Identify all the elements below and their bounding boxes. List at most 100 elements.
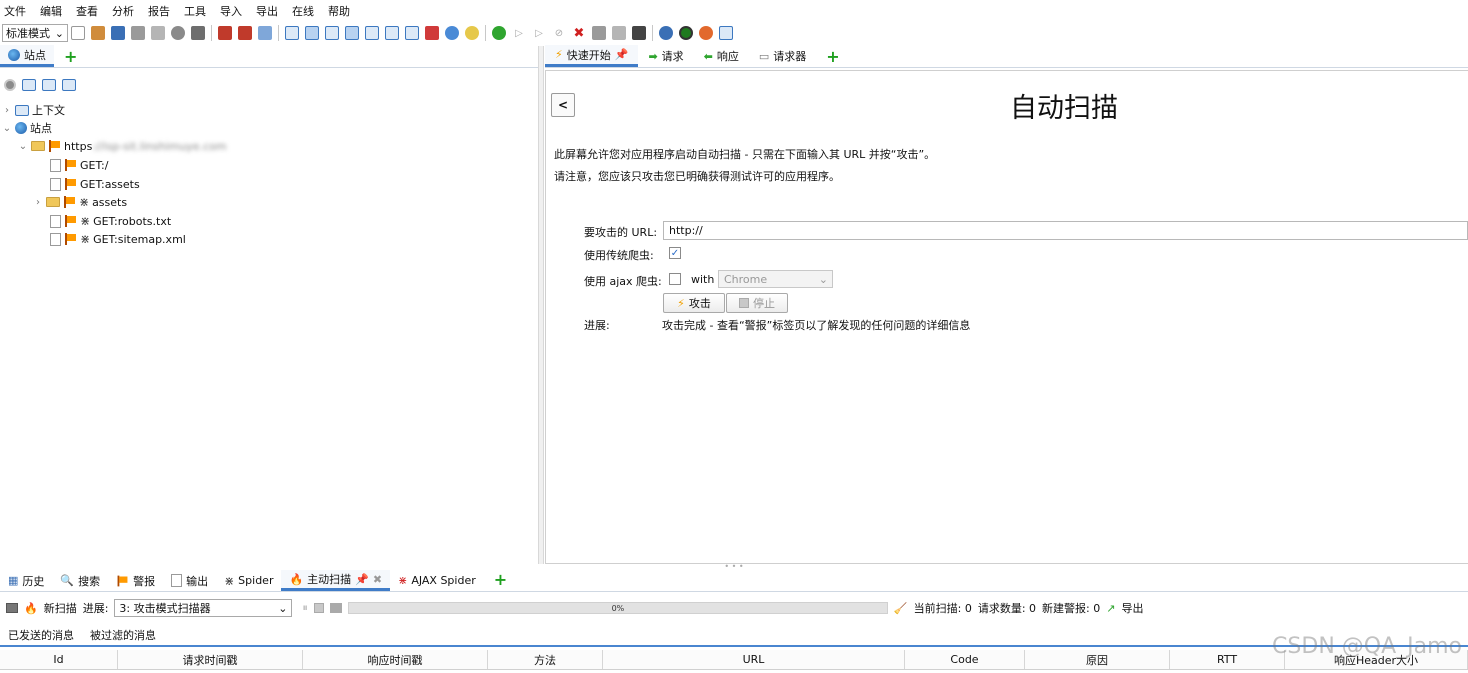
tab-sites[interactable]: 站点 (0, 45, 54, 67)
tab-ajax-spider[interactable]: ⋇ AJAX Spider (390, 570, 484, 591)
open-session-icon[interactable] (91, 26, 105, 40)
menu-online[interactable]: 在线 (292, 3, 314, 19)
menu-file[interactable]: 文件 (4, 3, 26, 19)
column-reason[interactable]: 原因 (1025, 650, 1170, 669)
layout-6-icon[interactable] (385, 26, 399, 40)
attack-button[interactable]: ⚡ 攻击 (663, 293, 725, 313)
column-code[interactable]: Code (905, 650, 1025, 669)
layout-2-icon[interactable] (305, 26, 319, 40)
url-to-attack-input[interactable]: http:// (663, 221, 1468, 240)
context-add-icon[interactable] (22, 79, 36, 91)
menu-edit[interactable]: 编辑 (40, 3, 62, 19)
menu-view[interactable]: 查看 (76, 3, 98, 19)
scan-options-icon[interactable] (329, 603, 342, 613)
mode-select[interactable]: 标准模式 ⌄ (2, 24, 68, 42)
traditional-spider-checkbox[interactable]: ✓ (669, 247, 681, 259)
tree-node-get-assets[interactable]: GET:assets (50, 175, 140, 193)
save-session-icon[interactable] (111, 26, 125, 40)
tree-node-sitemap[interactable]: ⋇ GET:sitemap.xml (50, 230, 186, 248)
tree-node-host[interactable]: ⌄ https://isp-sit.linshimuye.com (18, 137, 227, 155)
menu-report[interactable]: 报告 (148, 3, 170, 19)
export-icon[interactable] (191, 26, 205, 40)
column-response-timestamp[interactable]: 响应时间戳 (303, 650, 488, 669)
tab-alerts[interactable]: 警报 (108, 570, 163, 591)
context-import-icon[interactable] (42, 79, 56, 91)
chevron-right-icon[interactable]: › (33, 197, 43, 208)
column-id[interactable]: Id (0, 650, 118, 669)
scope-icon[interactable] (218, 26, 232, 40)
stop-icon[interactable] (313, 603, 324, 613)
close-icon[interactable]: ✖ (373, 573, 382, 586)
column-url[interactable]: URL (603, 650, 905, 669)
new-scan-button[interactable]: 新扫描 (44, 600, 77, 616)
scope-remove-icon[interactable] (238, 26, 252, 40)
break-on-icon[interactable] (492, 26, 506, 40)
continue-icon[interactable]: ▷ (532, 26, 546, 40)
chevron-down-icon[interactable]: ⌄ (18, 141, 28, 152)
tab-requester[interactable]: ▭ 请求器 (749, 45, 816, 67)
tab-quick-start[interactable]: ⚡ 快速开始 📌 (545, 45, 639, 67)
column-rtt[interactable]: RTT (1170, 650, 1285, 669)
terminal-icon[interactable] (632, 26, 646, 40)
browser-select[interactable]: Chrome ⌄ (718, 270, 833, 288)
fuzzer-icon[interactable] (612, 26, 626, 40)
context-export-icon[interactable] (62, 79, 76, 91)
menu-analyse[interactable]: 分析 (112, 3, 134, 19)
layout-4-icon[interactable] (345, 26, 359, 40)
close-icon[interactable]: ✖ (572, 26, 586, 41)
vertical-splitter[interactable] (538, 46, 544, 564)
column-request-timestamp[interactable]: 请求时间戳 (118, 650, 303, 669)
column-method[interactable]: 方法 (488, 650, 603, 669)
layout-1-icon[interactable] (285, 26, 299, 40)
scan-list-icon[interactable] (6, 603, 18, 613)
new-session-icon[interactable] (71, 26, 85, 40)
snapshot-icon[interactable] (131, 26, 145, 40)
ajax-spider-checkbox[interactable] (669, 273, 681, 285)
add-tab-button[interactable]: + (816, 47, 849, 67)
gear-icon[interactable] (171, 26, 185, 40)
layout-5-icon[interactable] (365, 26, 379, 40)
tree-node-contexts[interactable]: › 上下文 (2, 101, 65, 119)
pause-icon[interactable]: ⏸ (302, 601, 308, 615)
target-icon[interactable] (4, 79, 16, 91)
lightbulb-icon[interactable] (465, 26, 479, 40)
stop-button[interactable]: 停止 (726, 293, 788, 313)
show-tabs-icon[interactable] (425, 26, 439, 40)
pin-icon[interactable]: 📌 (355, 573, 369, 586)
help-icon[interactable] (659, 26, 673, 40)
add-tab-button[interactable]: + (484, 570, 517, 591)
tree-node-sites[interactable]: ⌄ 站点 (2, 119, 52, 137)
menu-import[interactable]: 导入 (220, 3, 242, 19)
tab-search[interactable]: 🔍 搜索 (52, 570, 108, 591)
globe-icon[interactable] (445, 26, 459, 40)
add-tab-button[interactable]: + (54, 47, 87, 67)
export-button[interactable]: 导出 (1121, 600, 1143, 616)
tree-node-assets[interactable]: › ⋇ assets (33, 193, 127, 211)
scan-policy-icon[interactable] (592, 26, 606, 40)
back-button[interactable]: < (551, 93, 575, 117)
tree-node-robots[interactable]: ⋇ GET:robots.txt (50, 212, 171, 230)
tab-history[interactable]: ▦ 历史 (0, 570, 52, 591)
tree-node-get-root[interactable]: GET:/ (50, 156, 108, 174)
scan-select[interactable]: 3: 攻击模式扫描器 ⌄ (114, 599, 293, 617)
tab-output[interactable]: 输出 (163, 570, 216, 591)
tab-filtered-messages[interactable]: 被过滤的消息 (82, 625, 164, 645)
tab-active-scan[interactable]: 🔥 主动扫描 📌 ✖ (281, 570, 391, 591)
history-icon[interactable] (258, 26, 272, 40)
pin-icon[interactable]: 📌 (615, 48, 629, 61)
firefox-icon[interactable] (699, 26, 713, 40)
layout-3-icon[interactable] (325, 26, 339, 40)
drop-icon[interactable]: ⊘ (552, 26, 566, 40)
menu-help[interactable]: 帮助 (328, 3, 350, 19)
window-icon[interactable] (719, 26, 733, 40)
step-icon[interactable]: ▷ (512, 26, 526, 40)
layout-7-icon[interactable] (405, 26, 419, 40)
tab-request[interactable]: ➡ 请求 (638, 45, 693, 67)
tab-sent-messages[interactable]: 已发送的消息 (0, 625, 82, 645)
chevron-down-icon[interactable]: ⌄ (2, 123, 12, 134)
session-properties-icon[interactable] (151, 26, 165, 40)
hud-icon[interactable] (679, 26, 693, 40)
tab-spider[interactable]: ⋇ Spider (216, 570, 281, 591)
menu-export[interactable]: 导出 (256, 3, 278, 19)
menu-tools[interactable]: 工具 (184, 3, 206, 19)
